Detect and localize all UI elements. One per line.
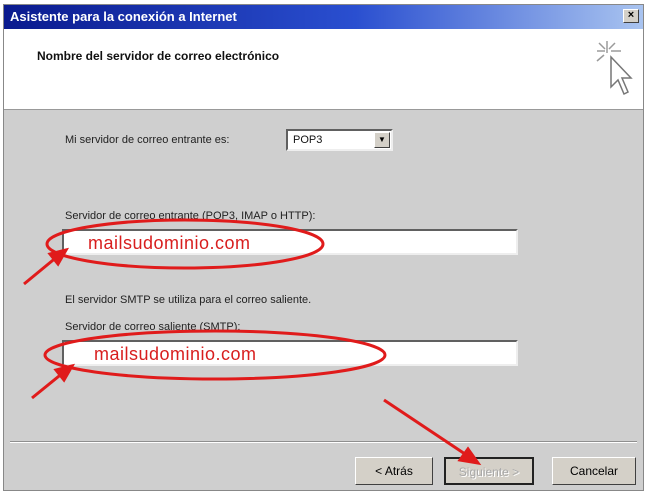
highlight-ellipse <box>43 329 387 381</box>
annotation-overlay <box>23 218 482 466</box>
highlight-ellipse <box>45 218 325 270</box>
arrow-line <box>23 254 59 286</box>
arrow-line <box>383 398 469 458</box>
